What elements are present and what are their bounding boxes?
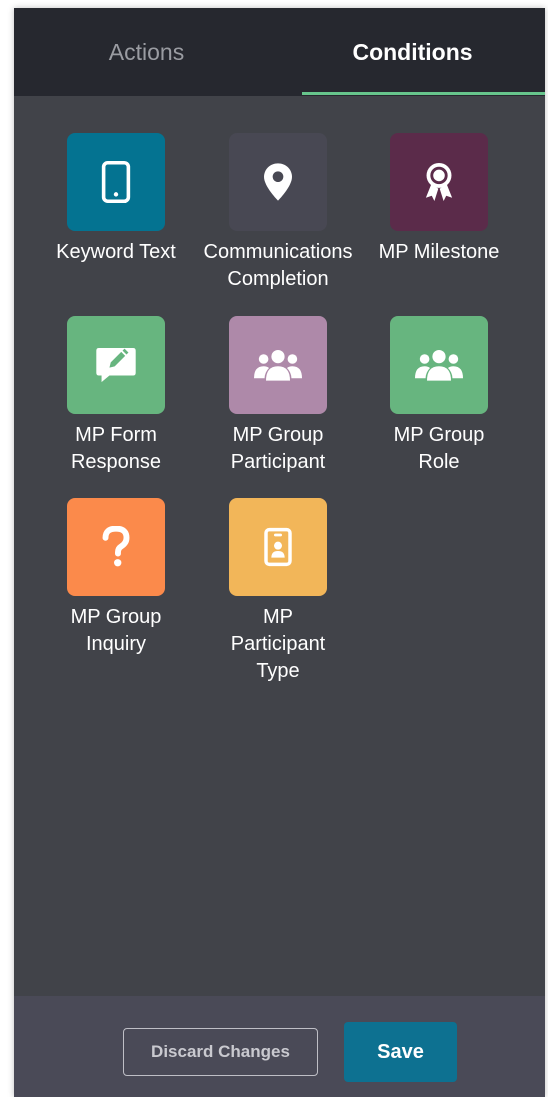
condition-mp-participant-type[interactable]: MP Participant Type <box>198 498 358 685</box>
conditions-panel: Actions Conditions Keyword Text Communic… <box>14 8 545 1097</box>
condition-icon-box <box>67 316 165 414</box>
phone-icon <box>99 160 133 204</box>
tab-actions[interactable]: Actions <box>14 8 279 96</box>
condition-mp-group-participant[interactable]: MP Group Participant <box>198 316 358 476</box>
condition-label: MP Milestone <box>378 241 500 263</box>
condition-icon-box <box>229 133 327 231</box>
condition-mp-group-inquiry[interactable]: MP Group Inquiry <box>36 498 196 658</box>
active-tab-indicator <box>302 92 545 95</box>
pencil-comment-icon <box>95 345 137 385</box>
footer-bar: Discard Changes Save <box>14 996 545 1097</box>
users-group-icon <box>254 348 302 382</box>
condition-label: MP Participant Type <box>230 606 326 682</box>
condition-label: MP Group Inquiry <box>70 606 162 655</box>
discard-changes-button[interactable]: Discard Changes <box>123 1028 318 1076</box>
condition-icon-box <box>67 498 165 596</box>
condition-icon-box <box>229 316 327 414</box>
tab-conditions[interactable]: Conditions <box>280 8 545 96</box>
condition-label: MP Form Response <box>70 424 162 473</box>
condition-icon-box <box>390 133 488 231</box>
award-ribbon-icon <box>423 161 455 203</box>
condition-icon-box <box>390 316 488 414</box>
condition-icon-box <box>229 498 327 596</box>
condition-label: MP Group Participant <box>230 424 326 473</box>
condition-mp-form-response[interactable]: MP Form Response <box>36 316 196 476</box>
id-badge-icon <box>263 527 293 567</box>
condition-icon-box <box>67 133 165 231</box>
map-pin-icon <box>262 162 294 202</box>
tab-actions-label: Actions <box>108 38 185 65</box>
save-button[interactable]: Save <box>344 1022 457 1082</box>
tab-conditions-label: Conditions <box>352 38 473 65</box>
users-group-icon <box>415 348 463 382</box>
condition-communications-completion[interactable]: Communications Completion <box>198 133 358 293</box>
condition-keyword-text[interactable]: Keyword Text <box>36 133 196 266</box>
condition-mp-milestone[interactable]: MP Milestone <box>359 133 519 266</box>
tab-bar: Actions Conditions <box>14 8 545 96</box>
condition-label: Communications Completion <box>203 241 353 290</box>
condition-label: Keyword Text <box>56 241 176 263</box>
condition-label: MP Group Role <box>393 424 485 473</box>
question-mark-icon <box>101 526 131 568</box>
condition-mp-group-role[interactable]: MP Group Role <box>359 316 519 476</box>
